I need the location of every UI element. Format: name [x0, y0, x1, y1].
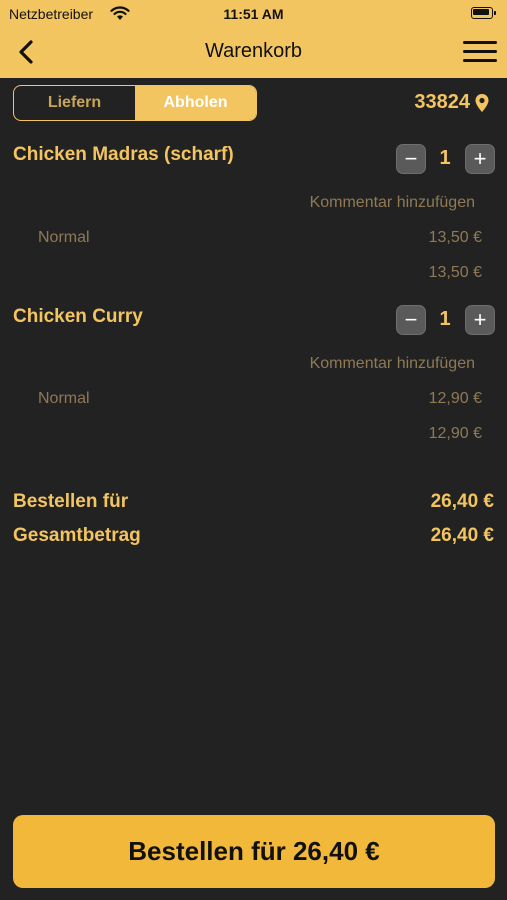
location-pin-icon[interactable]: [474, 93, 490, 113]
zip-code[interactable]: 33824: [414, 91, 470, 114]
item-line-total: 12,90 €: [428, 425, 482, 442]
increase-quantity-button[interactable]: +: [465, 305, 495, 335]
item-variant: Normal: [38, 229, 90, 246]
item-quantity: 1: [439, 147, 451, 169]
item-line-total: 13,50 €: [428, 264, 482, 281]
add-comment-link[interactable]: Kommentar hinzufügen: [310, 355, 475, 373]
delivery-mode-toggle: Liefern Abholen: [13, 85, 257, 121]
variant-price: 13,50 €: [428, 229, 482, 246]
item-variant: Normal: [38, 390, 90, 407]
item-quantity: 1: [439, 308, 451, 330]
status-time: 11:51 AM: [223, 6, 284, 22]
variant-price: 12,90 €: [428, 390, 482, 407]
order-for-value: 26,40 €: [430, 491, 494, 512]
decrease-quantity-button[interactable]: −: [396, 144, 426, 174]
tab-liefern[interactable]: Liefern: [14, 86, 135, 120]
order-for-label: Bestellen für: [13, 491, 129, 512]
increase-quantity-button[interactable]: +: [465, 144, 495, 174]
status-bar: Netzbetreiber 11:51 AM: [0, 0, 507, 28]
page-title: Warenkorb: [204, 40, 303, 62]
hamburger-menu-icon[interactable]: [463, 41, 497, 63]
cart-item-name: Chicken Curry: [13, 306, 143, 327]
add-comment-link[interactable]: Kommentar hinzufügen: [310, 194, 475, 212]
total-label: Gesamtbetrag: [13, 525, 141, 546]
battery-icon: [471, 7, 497, 19]
cart-item-name: Chicken Madras (scharf): [13, 144, 234, 165]
total-value: 26,40 €: [430, 525, 494, 546]
decrease-quantity-button[interactable]: −: [396, 305, 426, 335]
place-order-button[interactable]: Bestellen für 26,40 €: [13, 815, 495, 888]
tab-abholen[interactable]: Abholen: [135, 86, 256, 120]
